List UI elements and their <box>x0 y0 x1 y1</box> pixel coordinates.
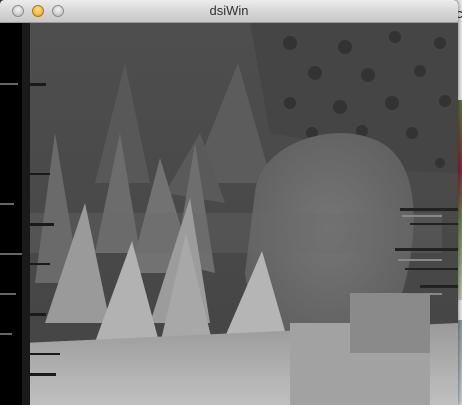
window-title: dsiWin <box>209 3 249 18</box>
desktop: c e dsiWin <box>0 0 462 405</box>
disparity-map-view[interactable] <box>0 23 458 405</box>
disparity-map-image <box>0 23 458 405</box>
window-titlebar[interactable]: dsiWin <box>0 0 458 23</box>
dsi-window[interactable]: dsiWin <box>0 0 458 405</box>
